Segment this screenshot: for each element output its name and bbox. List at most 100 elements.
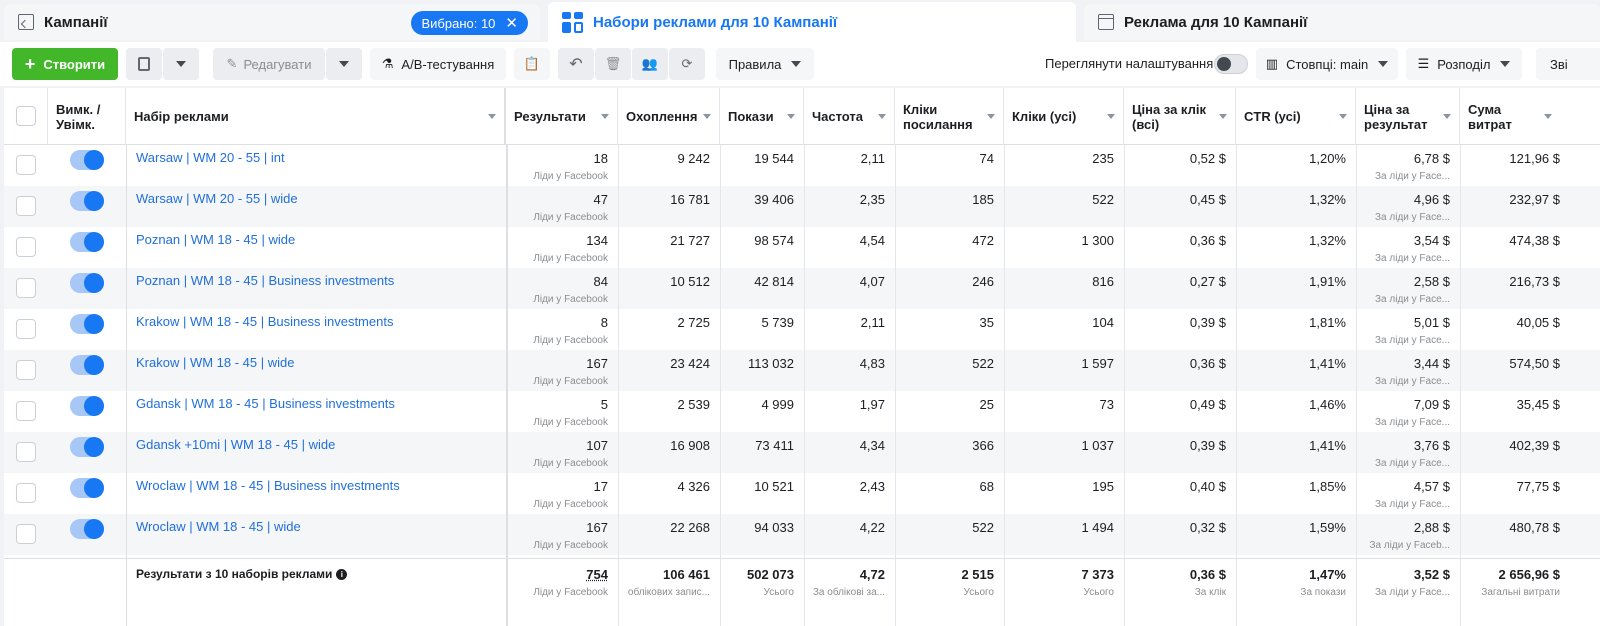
undo-button[interactable]: ↶ [558,48,594,80]
adset-name-link[interactable]: Gdansk | WM 18 - 45 | Business investmen… [136,396,395,411]
adset-name-link[interactable]: Wroclaw | WM 18 - 45 | wide [136,519,301,534]
row-checkbox[interactable] [16,401,36,421]
header-adset[interactable]: Набір реклами [126,88,506,145]
flask-icon: ⚗ [381,56,394,71]
cell-frequency: 1,97 [859,397,885,412]
header-reach[interactable]: Охоплення [618,88,720,145]
table-row[interactable]: Krakow | WM 18 - 45 | wide 167 Ліди у Face… [4,350,1600,391]
table-row[interactable]: Gdansk | WM 18 - 45 | Business investmen… [4,391,1600,432]
row-checkbox[interactable] [16,524,36,544]
clipboard-button[interactable]: 📋 [514,48,550,80]
table-row[interactable]: Poznan | WM 18 - 45 | Business investmen… [4,268,1600,309]
cell-reach: 2 539 [677,397,710,412]
adset-name-link[interactable]: Gdansk +10mi | WM 18 - 45 | wide [136,437,335,452]
adset-name-link[interactable]: Wroclaw | WM 18 - 45 | Business investme… [136,478,400,493]
row-checkbox[interactable] [16,155,36,175]
cell-ctr-all: 1,91% [1309,274,1346,289]
view-settings-toggle[interactable] [1214,54,1248,74]
table-row[interactable]: Krakow | WM 18 - 45 | Business investmen… [4,309,1600,350]
adset-name-link[interactable]: Krakow | WM 18 - 45 | wide [136,355,294,370]
table-row[interactable]: Wroclaw | WM 18 - 45 | Business investme… [4,473,1600,514]
row-checkbox[interactable] [16,237,36,257]
adset-name-link[interactable]: Poznan | WM 18 - 45 | Business investmen… [136,273,394,288]
cell-link-clicks: 35 [979,315,994,330]
adset-status-toggle[interactable] [70,519,104,539]
cell-impressions: 19 544 [754,151,794,166]
adset-status-toggle[interactable] [70,150,104,170]
breakdown-dropdown[interactable]: ☰ Розподіл [1406,48,1522,80]
info-icon[interactable]: i [336,569,348,580]
cell-amount-spent: 216,73 $ [1509,274,1560,289]
delete-button[interactable]: 🗑 [595,48,631,80]
adset-status-toggle[interactable] [70,314,104,334]
header-clicks-all[interactable]: Кліки (усі) [1004,88,1124,145]
row-checkbox[interactable] [16,278,36,298]
edit-dropdown-button[interactable] [326,48,362,80]
sort-caret-icon [1107,114,1115,119]
selected-count-pill[interactable]: Вибрано: 10 ✕ [411,11,528,35]
cell-results-sub: Ліди у Facebook [533,294,608,305]
cell-reach: 16 908 [670,438,710,453]
adset-status-toggle[interactable] [70,273,104,293]
audience-button[interactable]: 👥 [632,48,668,80]
cell-cost-per-result-sub: За ліди у Face... [1375,499,1450,510]
header-cpc-all[interactable]: Ціна за клік (всі) [1124,88,1236,145]
rules-dropdown[interactable]: Правила [716,48,814,80]
adset-status-toggle[interactable] [70,355,104,375]
header-link-clicks[interactable]: Кліки посилання [895,88,1004,145]
sort-caret-icon [878,114,886,119]
duplicate-dropdown-button[interactable] [163,48,199,80]
trash-icon: 🗑 [604,56,622,71]
adset-status-toggle[interactable] [70,396,104,416]
header-cost-per-result[interactable]: Ціна за результат [1356,88,1460,145]
cell-cost-per-result-sub: За ліди у Face... [1375,417,1450,428]
row-checkbox[interactable] [16,196,36,216]
header-cost-per-result-label: Ціна за результат [1364,101,1428,132]
row-checkbox[interactable] [16,483,36,503]
total-results[interactable]: 754 [586,567,608,582]
cell-link-clicks: 522 [972,356,994,371]
cell-cost-per-result: 7,09 $ [1413,397,1450,412]
header-amount-spent-label: Сума витрат [1468,101,1512,132]
cell-frequency: 2,11 [860,315,885,330]
header-adset-label: Набір реклами [134,109,229,124]
cell-frequency: 2,11 [860,151,885,166]
select-all-checkbox[interactable] [16,106,36,126]
tab-campaigns[interactable]: Кампанії Вибрано: 10 ✕ [4,4,540,40]
preview-button[interactable]: ⟳ [669,48,705,80]
table-row[interactable]: Warsaw | WM 20 - 55 | wide 47 Ліди у Faceb… [4,186,1600,227]
column-divider [895,145,896,626]
create-button[interactable]: + Створити [12,48,118,80]
header-amount-spent[interactable]: Сума витрат [1460,88,1600,145]
header-results[interactable]: Результати [506,88,618,145]
ab-test-button[interactable]: ⚗ A/B-тестування [370,48,506,80]
tab-adsets[interactable]: Набори реклами для 10 Кампанії [548,2,1076,42]
reports-button[interactable]: Зві [1536,48,1600,80]
table-row[interactable]: Wroclaw | WM 18 - 45 | wide 167 Ліди у Fac… [4,514,1600,555]
row-checkbox[interactable] [16,442,36,462]
adset-name-link[interactable]: Warsaw | WM 20 - 55 | wide [136,191,298,206]
header-onoff[interactable]: Вимк. / Увімк. [48,88,126,145]
header-frequency[interactable]: Частота [804,88,895,145]
table-row[interactable]: Gdansk +10mi | WM 18 - 45 | wide 107 Ліди … [4,432,1600,473]
columns-dropdown[interactable]: ▥ Стовпці: main [1256,48,1398,80]
close-icon[interactable]: ✕ [505,14,518,32]
tab-ads[interactable]: Реклама для 10 Кампанії [1084,4,1600,40]
header-ctr-all[interactable]: CTR (усі) [1236,88,1356,145]
duplicate-button[interactable] [126,48,162,80]
adset-name-link[interactable]: Warsaw | WM 20 - 55 | int [136,150,285,165]
adset-status-toggle[interactable] [70,232,104,252]
header-impressions[interactable]: Покази [720,88,804,145]
adset-name-link[interactable]: Krakow | WM 18 - 45 | Business investmen… [136,314,393,329]
adset-status-toggle[interactable] [70,478,104,498]
row-checkbox[interactable] [16,319,36,339]
table-row[interactable]: Warsaw | WM 20 - 55 | int 18 Ліди у Facebo… [4,145,1600,186]
edit-button[interactable]: ✎ Редагувати [213,48,325,80]
adset-status-toggle[interactable] [70,191,104,211]
table-row[interactable]: Poznan | WM 18 - 45 | wide 134 Ліди у Face… [4,227,1600,268]
cell-results: 8 [600,315,608,330]
adset-name-link[interactable]: Poznan | WM 18 - 45 | wide [136,232,295,247]
row-checkbox[interactable] [16,360,36,380]
cell-cost-per-result-sub: За ліди у Face... [1375,376,1450,387]
adset-status-toggle[interactable] [70,437,104,457]
